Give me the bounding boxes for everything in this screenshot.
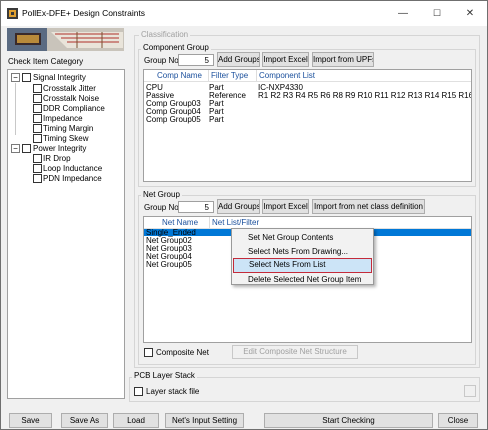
classification-title: Classification — [139, 30, 191, 39]
design-constraints-window: PollEx-DFE+ Design Constraints — ☐ ✕ Che… — [0, 0, 488, 430]
ir-drop-checkbox[interactable] — [33, 154, 42, 163]
start-checking-button[interactable]: Start Checking — [264, 413, 433, 428]
collapse-toggle-icon[interactable]: − — [11, 73, 20, 82]
banner-image — [7, 28, 124, 51]
net-row-name[interactable]: Net Group05 — [146, 260, 192, 269]
tree-item-timing-skew[interactable]: Timing Skew — [43, 134, 89, 143]
tree-connector — [15, 83, 16, 135]
ddr-compliance-checkbox[interactable] — [33, 104, 42, 113]
comp-add-groups-button[interactable]: Add Groups — [217, 52, 260, 67]
net-add-groups-button[interactable]: Add Groups — [217, 199, 260, 214]
composite-net-label: Composite Net — [156, 348, 209, 357]
component-group-title: Component Group — [141, 43, 211, 52]
header-divider — [209, 217, 210, 228]
import-net-class-button[interactable]: Import from net class definition — [312, 199, 425, 214]
layer-stack-checkbox[interactable] — [134, 387, 143, 396]
tree-item-timing-margin[interactable]: Timing Margin — [43, 124, 93, 133]
col-comp-name[interactable]: Comp Name — [157, 71, 202, 80]
menu-select-nets-from-drawing[interactable]: Select Nets From Drawing... — [232, 244, 373, 259]
tree-item-impedance[interactable]: Impedance — [43, 114, 83, 123]
crosstalk-jitter-checkbox[interactable] — [33, 84, 42, 93]
col-net-name[interactable]: Net Name — [162, 218, 198, 227]
timing-skew-checkbox[interactable] — [33, 134, 42, 143]
net-import-excel-button[interactable]: Import Excel — [262, 199, 309, 214]
comp-row-filter[interactable]: Part — [209, 115, 224, 124]
pcb-layer-stack-title: PCB Layer Stack — [132, 371, 197, 380]
comp-group-no-field[interactable]: 5 — [178, 54, 214, 66]
comp-import-excel-button[interactable]: Import Excel — [262, 52, 309, 67]
load-button[interactable]: Load — [113, 413, 159, 428]
col-filter-type[interactable]: Filter Type — [211, 71, 248, 80]
power-integrity-checkbox[interactable] — [22, 144, 31, 153]
timing-margin-checkbox[interactable] — [33, 124, 42, 133]
save-button[interactable]: Save — [9, 413, 52, 428]
import-from-upfs-button[interactable]: Import from UPFs — [312, 52, 374, 67]
edit-composite-net-button[interactable]: Edit Composite Net Structure — [232, 345, 358, 359]
tree-item-ir-drop[interactable]: IR Drop — [43, 154, 71, 163]
tree-item-crosstalk-jitter[interactable]: Crosstalk Jitter — [43, 84, 96, 93]
tree-item-pdn-impedance[interactable]: PDN Impedance — [43, 174, 102, 183]
net-group-no-label: Group No. — [144, 203, 181, 212]
check-item-category-label: Check Item Category — [8, 57, 84, 66]
app-icon — [7, 8, 18, 19]
loop-inductance-checkbox[interactable] — [33, 164, 42, 173]
composite-net-checkbox[interactable] — [144, 348, 153, 357]
window-title: PollEx-DFE+ Design Constraints — [22, 8, 146, 18]
minimize-button[interactable]: — — [386, 1, 420, 26]
tree-item-ddr-compliance[interactable]: DDR Compliance — [43, 104, 105, 113]
menu-set-net-group-contents[interactable]: Set Net Group Contents — [232, 230, 373, 245]
browse-layer-stack-button[interactable] — [464, 385, 476, 397]
comp-group-no-label: Group No. — [144, 56, 181, 65]
impedance-checkbox[interactable] — [33, 114, 42, 123]
col-net-list-filter[interactable]: Net List/Filter — [212, 218, 259, 227]
crosstalk-noise-checkbox[interactable] — [33, 94, 42, 103]
menu-select-nets-from-list[interactable]: Select Nets From List — [233, 258, 372, 273]
header-divider — [256, 70, 257, 81]
menu-delete-selected-net-group-item[interactable]: Delete Selected Net Group Item — [232, 272, 373, 287]
context-menu: Set Net Group Contents Select Nets From … — [231, 228, 374, 285]
net-group-no-field[interactable]: 5 — [178, 201, 214, 213]
signal-integrity-checkbox[interactable] — [22, 73, 31, 82]
layer-stack-file-label: Layer stack file — [146, 387, 200, 396]
nets-input-setting-button[interactable]: Net's Input Setting — [165, 413, 244, 428]
comp-row-name[interactable]: Comp Group05 — [146, 115, 201, 124]
header-underline — [144, 81, 471, 82]
pdn-impedance-checkbox[interactable] — [33, 174, 42, 183]
save-as-button[interactable]: Save As — [61, 413, 108, 428]
tree-item-power-integrity[interactable]: Power Integrity — [33, 144, 86, 153]
maximize-button[interactable]: ☐ — [420, 1, 454, 26]
tree-item-loop-inductance[interactable]: Loop Inductance — [43, 164, 102, 173]
title-bar: PollEx-DFE+ Design Constraints — ☐ ✕ — [1, 1, 487, 26]
tree-item-crosstalk-noise[interactable]: Crosstalk Noise — [43, 94, 99, 103]
col-component-list[interactable]: Component List — [259, 71, 315, 80]
tree-item-signal-integrity[interactable]: Signal Integrity — [33, 73, 86, 82]
comp-row-list[interactable]: R1 R2 R3 R4 R5 R6 R8 R9 R10 R11 R12 R13 … — [258, 91, 471, 100]
header-divider — [208, 70, 209, 81]
net-group-title: Net Group — [141, 190, 182, 199]
check-item-tree[interactable]: − Signal Integrity Crosstalk Jitter Cros… — [7, 69, 125, 399]
component-group-table[interactable]: Comp Name Filter Type Component List CPU… — [143, 69, 472, 182]
close-window-button[interactable]: ✕ — [453, 1, 487, 26]
collapse-toggle-icon[interactable]: − — [11, 144, 20, 153]
close-button[interactable]: Close — [438, 413, 478, 428]
